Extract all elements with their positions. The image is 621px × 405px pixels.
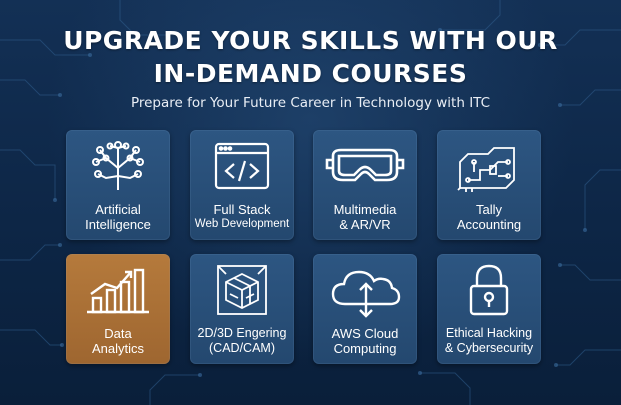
course-label: 2D/3D Engering (CAD/CAM) <box>197 326 287 355</box>
course-label: Ethical Hacking & Cybersecurity <box>444 326 534 355</box>
course-label: Multimedia & AR/VR <box>333 202 397 232</box>
course-card-2d-3d-engineering[interactable]: 2D/3D Engering (CAD/CAM) <box>190 254 294 364</box>
vr-headset-icon <box>313 136 417 200</box>
course-label: Full Stack Web Development <box>194 202 290 230</box>
course-banner: UPGRADE YOUR SKILLS WITH OUR IN-DEMAND C… <box>0 0 621 405</box>
course-label: Tally Accounting <box>456 202 522 232</box>
cad-cube-icon <box>190 260 294 324</box>
course-card-data-analytics[interactable]: Data Analytics <box>66 254 170 364</box>
course-card-tally-accounting[interactable]: Tally Accounting <box>437 130 541 240</box>
subtitle: Prepare for Your Future Career in Techno… <box>130 95 491 111</box>
brain-network-icon <box>66 136 170 200</box>
code-window-icon <box>190 136 294 200</box>
circuit-board-icon <box>437 136 541 200</box>
course-label: Artificial Intelligence <box>85 202 151 232</box>
headline-line-2: IN-DEMAND COURSES <box>153 59 468 88</box>
course-card-multimedia-ar-vr[interactable]: Multimedia & AR/VR <box>313 130 417 240</box>
course-card-artificial-intelligence[interactable]: Artificial Intelligence <box>66 130 170 240</box>
course-card-aws-cloud-computing[interactable]: AWS Cloud Computing <box>313 254 417 364</box>
course-card-full-stack-web-development[interactable]: Full Stack Web Development <box>190 130 294 240</box>
course-label: Data Analytics <box>91 326 145 356</box>
cloud-upload-icon <box>313 260 417 324</box>
course-label: AWS Cloud Computing <box>331 326 399 356</box>
padlock-icon <box>437 260 541 324</box>
headline-line-1: UPGRADE YOUR SKILLS WITH OUR <box>63 26 558 55</box>
bar-chart-icon <box>66 260 170 324</box>
course-card-ethical-hacking-cybersecurity[interactable]: Ethical Hacking & Cybersecurity <box>437 254 541 364</box>
